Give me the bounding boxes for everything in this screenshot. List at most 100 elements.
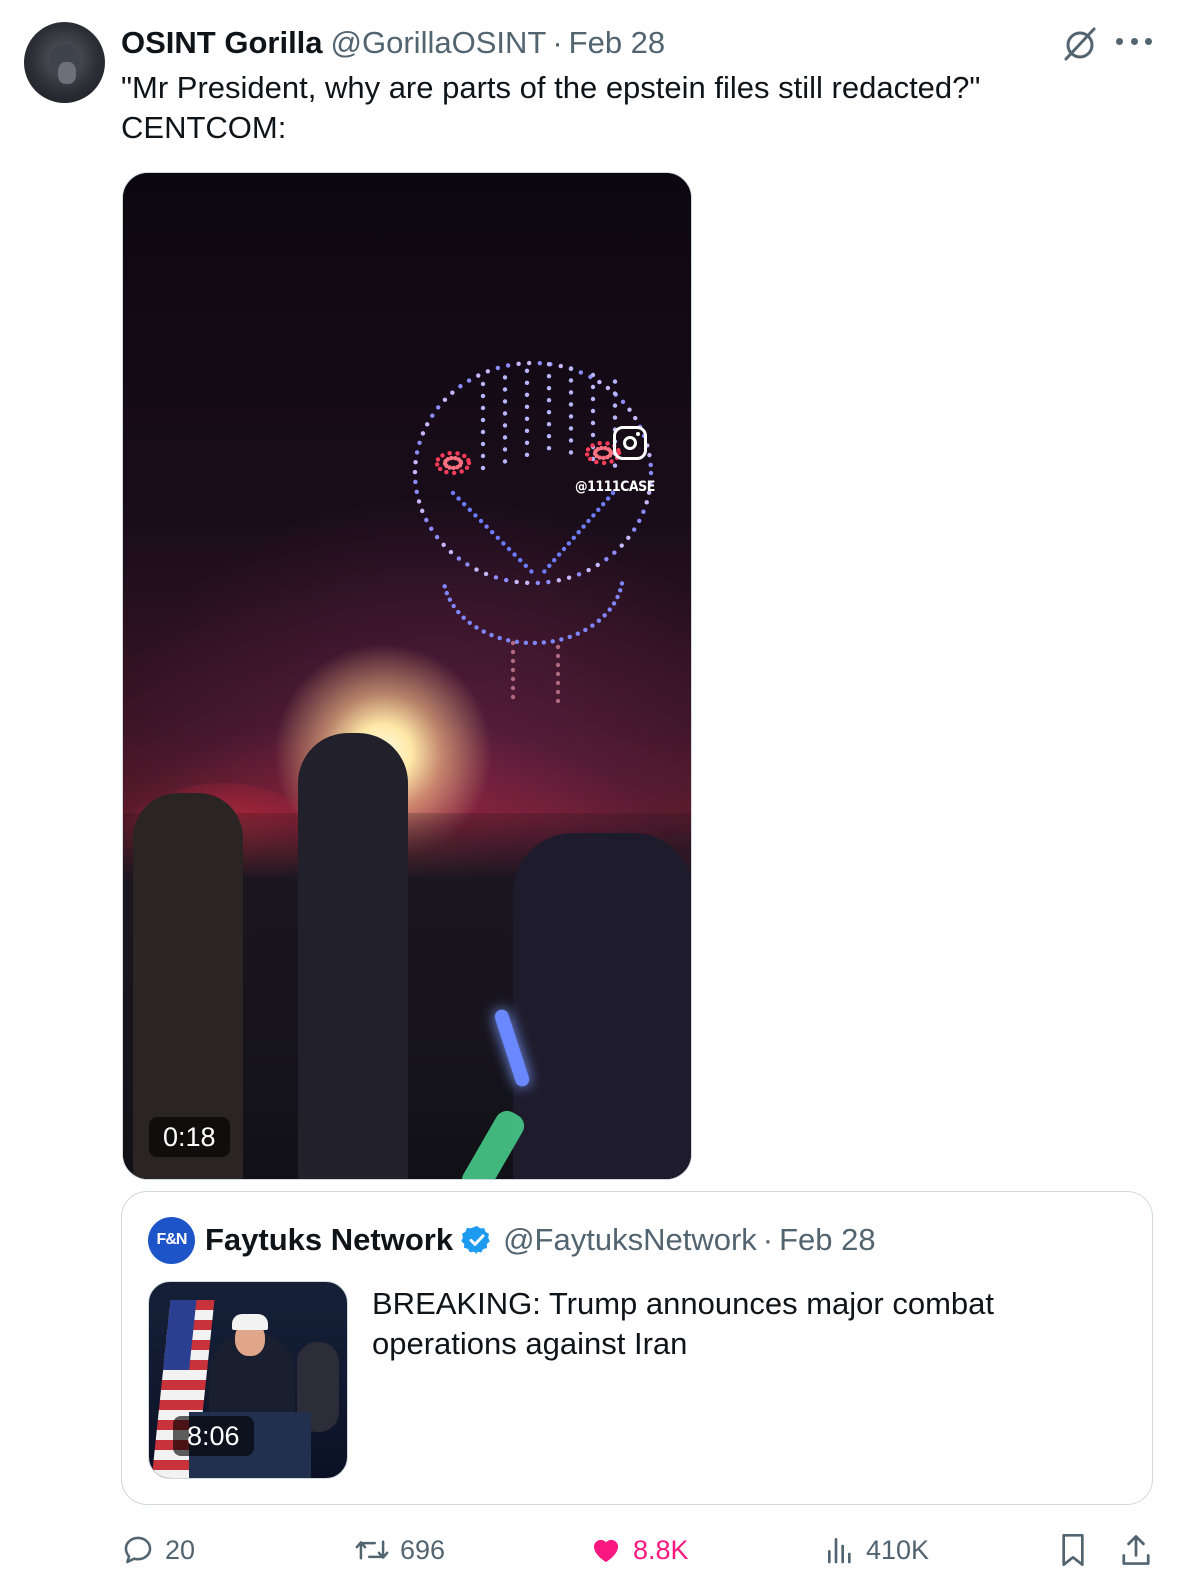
drone-light — [510, 649, 516, 655]
drone-light — [620, 399, 626, 405]
drone-light — [567, 634, 572, 640]
drone-light — [590, 623, 595, 628]
drone-light — [590, 372, 596, 378]
drone-light — [619, 543, 624, 548]
reply-button[interactable]: 20 — [121, 1528, 195, 1572]
quoted-date[interactable]: Feb 28 — [779, 1222, 876, 1258]
drone-light — [456, 496, 461, 501]
drone-light — [546, 410, 552, 415]
quoted-avatar[interactable]: F&N — [148, 1216, 195, 1264]
drone-light — [424, 422, 430, 427]
drone-light — [474, 625, 479, 630]
drone-light — [555, 644, 561, 650]
share-button[interactable] — [1119, 1528, 1163, 1572]
drone-light — [537, 360, 542, 366]
drone-light — [541, 640, 547, 645]
drone-light — [524, 368, 530, 373]
drone-light — [556, 578, 562, 583]
drone-light — [451, 603, 456, 609]
drone-light — [466, 378, 472, 383]
drone-light — [414, 489, 419, 494]
drone-light — [596, 507, 601, 512]
drone-light — [462, 502, 467, 507]
drone-light — [447, 597, 453, 602]
verified-badge-icon — [461, 1226, 490, 1254]
drone-light — [464, 465, 470, 470]
drone-light — [546, 374, 552, 379]
drone-light — [599, 445, 604, 451]
drone-light — [512, 552, 517, 557]
drone-light — [612, 463, 618, 468]
drone-light — [441, 542, 446, 548]
grok-icon[interactable] — [1060, 24, 1100, 64]
drone-light — [417, 440, 422, 445]
quoted-separator: · — [762, 1222, 774, 1257]
drone-light — [510, 676, 516, 682]
like-button[interactable]: 8.8K — [589, 1528, 689, 1572]
drone-light — [641, 509, 646, 514]
drone-light — [546, 434, 552, 439]
drone-light — [612, 391, 618, 396]
author-avatar[interactable] — [24, 22, 105, 103]
more-dot — [1116, 38, 1123, 45]
drone-light — [502, 423, 508, 428]
drone-light — [566, 541, 572, 546]
avatar-hand — [58, 62, 76, 84]
tweet-text: "Mr President, why are parts of the epst… — [121, 68, 1141, 148]
repost-button[interactable]: 696 — [354, 1528, 445, 1572]
drone-light — [524, 452, 530, 457]
drone-light — [555, 680, 561, 686]
drone-light — [591, 513, 596, 518]
drone-light — [480, 441, 486, 447]
drone-light — [535, 580, 541, 586]
author-handle[interactable]: @GorillaOSINT — [331, 25, 547, 61]
drone-light — [502, 387, 508, 392]
drone-light — [510, 685, 516, 691]
drone-light — [420, 431, 426, 436]
drone-light — [476, 373, 481, 378]
quoted-header: F&N Faytuks Network @FaytuksNetwork · Fe… — [148, 1216, 876, 1264]
drone-light — [510, 694, 516, 700]
drone-light — [601, 455, 606, 461]
drone-light — [555, 671, 561, 677]
drone-light — [626, 535, 631, 541]
drone-skull-formation — [412, 360, 654, 703]
drone-light — [561, 546, 567, 552]
video-person-center — [298, 733, 408, 1179]
tweet-date[interactable]: Feb 28 — [569, 25, 666, 61]
drone-light — [590, 384, 596, 390]
quoted-tweet[interactable]: F&N Faytuks Network @FaytuksNetwork · Fe… — [121, 1191, 1153, 1505]
drone-light — [459, 469, 464, 474]
drone-light — [546, 386, 552, 391]
drone-light — [605, 496, 611, 501]
drone-light — [474, 567, 479, 572]
drone-light — [568, 366, 574, 371]
drone-light — [550, 639, 555, 644]
author-name[interactable]: OSINT Gorilla — [121, 25, 323, 61]
drone-light — [558, 363, 563, 369]
drone-light — [601, 502, 606, 507]
tweet-video[interactable]: @1111CASE 0:18 — [122, 172, 692, 1180]
views-count: 410K — [866, 1534, 930, 1565]
drone-light — [483, 571, 489, 577]
drone-light — [466, 458, 471, 463]
drone-light — [414, 450, 420, 455]
drone-light — [480, 465, 486, 471]
drone-light — [583, 627, 588, 633]
quoted-author-name[interactable]: Faytuks Network — [205, 1222, 453, 1258]
drone-light — [546, 446, 552, 451]
drone-light — [559, 637, 564, 642]
drone-light — [568, 390, 574, 395]
quoted-author-handle[interactable]: @FaytuksNetwork — [503, 1222, 757, 1258]
drone-light — [648, 470, 654, 476]
drone-light — [455, 451, 460, 456]
tweet-text-line: "Mr President, why are parts of the epst… — [121, 70, 981, 105]
drone-light — [495, 535, 500, 540]
drone-light — [480, 393, 486, 399]
drone-light — [633, 415, 638, 421]
quoted-video-thumbnail[interactable]: 8:06 — [148, 1281, 348, 1479]
views-button[interactable]: 410K — [824, 1528, 929, 1572]
more-icon[interactable] — [1116, 38, 1152, 48]
drone-light — [458, 459, 463, 464]
bookmark-button[interactable] — [1057, 1528, 1099, 1572]
